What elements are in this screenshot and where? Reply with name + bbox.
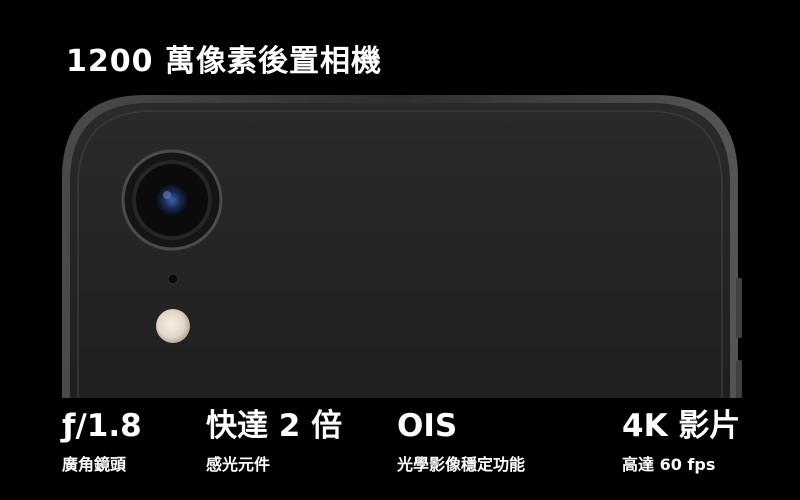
headline: 1200 萬像素後置相機: [66, 44, 382, 79]
microphone-hole: [167, 273, 179, 285]
spec-label: 光學影像穩定功能: [397, 455, 526, 474]
spec-sensor: 快達 2 倍 感光元件: [206, 406, 342, 476]
spec-aperture: ƒ/1.8 廣角鏡頭: [62, 406, 142, 476]
spec-row: ƒ/1.8 廣角鏡頭 快達 2 倍 感光元件 OIS 光學影像穩定功能 4K 影…: [0, 398, 800, 500]
spec-value: ƒ/1.8: [62, 408, 142, 444]
spec-label: 廣角鏡頭: [62, 455, 127, 474]
camera-lens-reflection: [163, 191, 171, 199]
spec-ois: OIS 光學影像穩定功能: [397, 406, 525, 476]
spec-video: 4K 影片 高達 60 fps: [622, 406, 740, 476]
spec-value: 4K 影片: [622, 408, 741, 444]
spec-label: 感光元件: [206, 455, 271, 474]
side-button-top: [736, 278, 742, 338]
flash-light: [156, 309, 190, 343]
spec-value: OIS: [397, 408, 458, 444]
camera-lens: [155, 183, 189, 217]
spec-label: 高達 60 fps: [622, 455, 716, 474]
product-feature-panel: 1200 萬像素後置相機 ƒ/1.8 廣角鏡頭 快達 2 倍 感光元件 OIS …: [0, 0, 800, 500]
spec-value: 快達 2 倍: [206, 408, 343, 444]
